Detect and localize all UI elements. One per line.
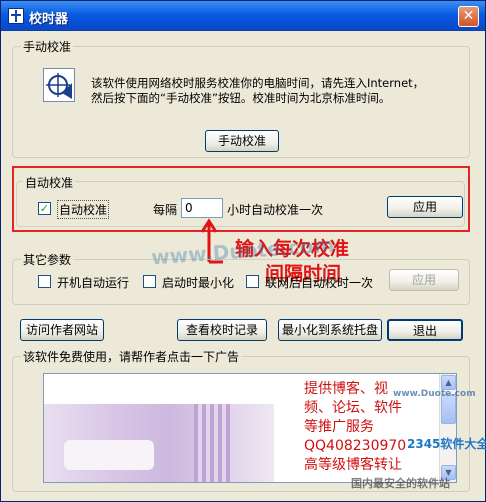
ad-group-legend: 该软件免费使用，请帮作者点击一下广告: [21, 348, 242, 365]
close-button[interactable]: ✕: [458, 6, 479, 27]
app-window: 校时器 ✕ 手动校准 该软件使用网络校时服务校准你的电脑时间，请先连入Inter…: [0, 0, 486, 502]
ad-line: 频、论坛、软件: [304, 400, 402, 416]
watermark-site: www.Duote.com: [393, 389, 476, 399]
title-bar[interactable]: 校时器 ✕: [1, 1, 485, 31]
highlight-box: [12, 166, 470, 232]
sync-on-connect-checkbox[interactable]: [246, 275, 259, 288]
other-apply-button[interactable]: 应用: [389, 269, 459, 291]
other-group-legend: 其它参数: [21, 251, 74, 268]
scroll-up-icon[interactable]: ▲: [441, 375, 456, 390]
start-minimized-checkbox[interactable]: [143, 275, 156, 288]
watermark-bottom: 国内最安全的软件站: [351, 477, 450, 490]
app-icon: [8, 8, 24, 24]
ad-image-sofa: [64, 440, 154, 470]
manual-description-line1: 该软件使用网络校时服务校准你的电脑时间，请先连入Internet，: [91, 76, 425, 90]
watermark-brand: 2345软件大全: [407, 437, 486, 451]
ad-line: 高等级博客转让: [304, 457, 402, 473]
visit-author-button[interactable]: 访问作者网站: [20, 319, 104, 341]
sync-on-connect-label[interactable]: 联网后自动校时一次: [265, 274, 373, 291]
window-title: 校时器: [29, 12, 69, 27]
exit-button[interactable]: 退出: [387, 319, 463, 341]
ad-image[interactable]: [44, 404, 274, 482]
start-minimized-label[interactable]: 启动时最小化: [162, 274, 234, 291]
sync-clock-icon: [43, 68, 75, 102]
manual-calibrate-button[interactable]: 手动校准: [205, 130, 279, 152]
startup-label[interactable]: 开机自动运行: [57, 274, 129, 291]
ad-image-curtain: [194, 404, 234, 482]
manual-group-legend: 手动校准: [21, 38, 74, 55]
manual-description-line2: 然后按下面的“手动校准”按钮。校准时间为北京标准时间。: [91, 91, 391, 105]
minimize-to-tray-button[interactable]: 最小化到系统托盘: [278, 319, 382, 341]
view-log-button[interactable]: 查看校时记录: [177, 319, 267, 341]
startup-checkbox[interactable]: [38, 275, 51, 288]
